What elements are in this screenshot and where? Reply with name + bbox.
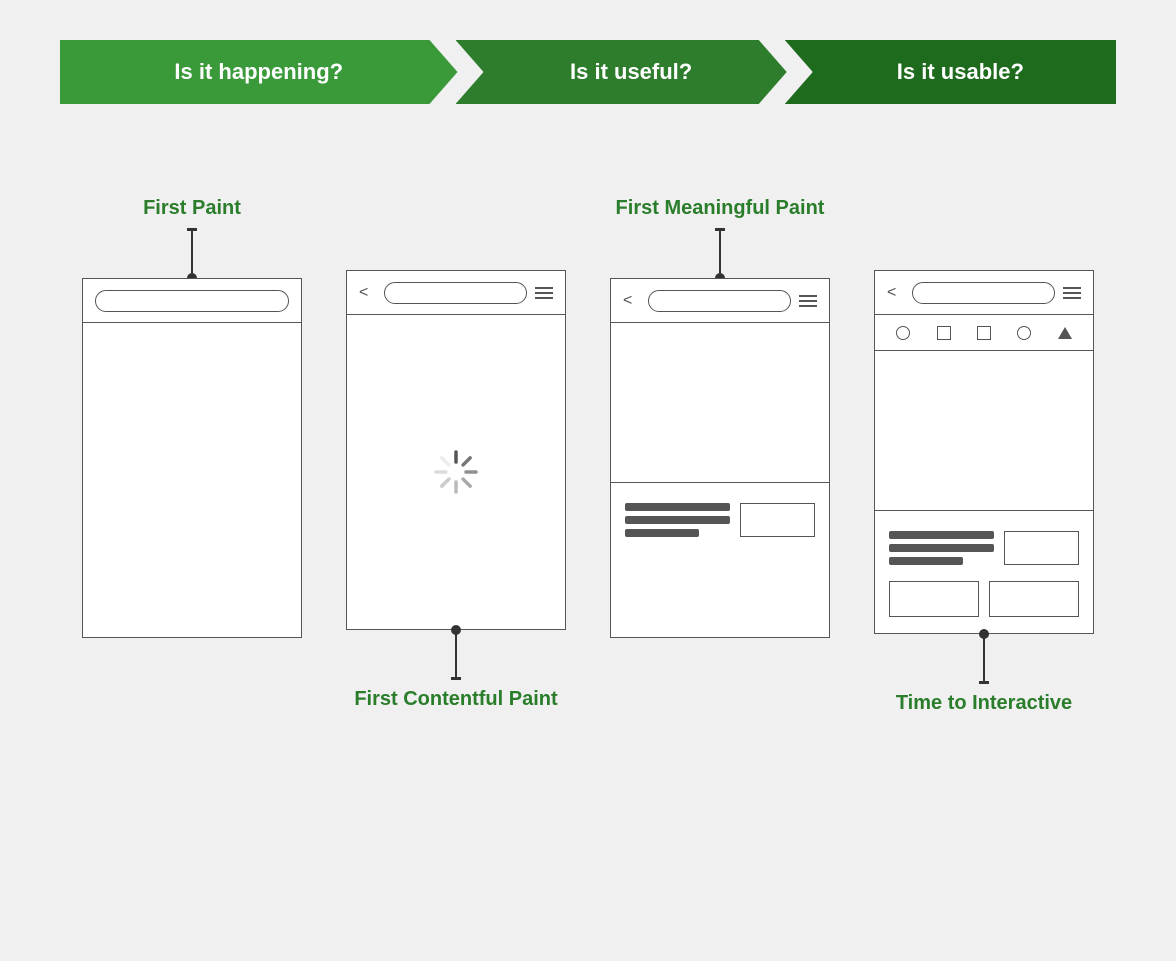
col-first-meaningful: First Meaningful Paint < <box>588 164 852 744</box>
menu-line-3 <box>799 305 817 307</box>
wf3-line-2 <box>625 516 730 524</box>
main-content: First Paint < <box>60 164 1116 921</box>
menu-line-2 <box>1063 292 1081 294</box>
wf3-line-3 <box>625 529 699 537</box>
wf4-image <box>875 351 1093 511</box>
label-first-contentful: First Contentful Paint <box>354 688 557 744</box>
connector-below-2 <box>455 630 457 680</box>
menu-line-2 <box>535 292 553 294</box>
wf4-body <box>875 351 1093 633</box>
banner: Is it happening? Is it useful? Is it usa… <box>60 40 1116 104</box>
wf1-body <box>83 323 301 637</box>
wf4-icon-square-2 <box>977 326 991 340</box>
menu-line-3 <box>1063 297 1081 299</box>
wf2-back-icon: < <box>359 284 368 302</box>
wf4-lines <box>889 527 994 565</box>
wf4-line-3 <box>889 557 963 565</box>
wf4-icon-circle-2 <box>1017 326 1031 340</box>
banner-label-2: Is it useful? <box>550 59 692 85</box>
wf2-menu-icon <box>535 287 553 299</box>
wf4-button <box>1004 531 1079 565</box>
connector-below-4 <box>983 634 985 684</box>
wf3-menu-icon <box>799 295 817 307</box>
spinner-svg <box>432 448 480 496</box>
wf1-searchbar <box>95 290 289 312</box>
wf4-icon-square-1 <box>937 326 951 340</box>
banner-segment-2: Is it useful? <box>456 40 787 104</box>
banner-segment-3: Is it usable? <box>785 40 1116 104</box>
wf4-line-2 <box>889 544 994 552</box>
menu-line-2 <box>799 300 817 302</box>
wf4-content <box>875 511 1093 633</box>
wf3-image <box>611 323 829 483</box>
wf1-header <box>83 279 301 323</box>
wf3-text-block <box>625 499 815 537</box>
menu-line-1 <box>1063 287 1081 289</box>
menu-line-3 <box>535 297 553 299</box>
wf4-searchbar <box>912 282 1055 304</box>
col-first-paint: First Paint <box>60 164 324 744</box>
banner-segment-1: Is it happening? <box>60 40 458 104</box>
wf3-lines <box>625 499 730 537</box>
banner-label-1: Is it happening? <box>174 59 343 85</box>
wf4-icon-triangle <box>1058 327 1072 339</box>
wf3-body <box>611 323 829 637</box>
wf4-btn-2 <box>989 581 1079 617</box>
wf4-text-block <box>889 527 1079 565</box>
wireframe-first-meaningful: < <box>610 278 830 638</box>
wf3-back-icon: < <box>623 292 632 310</box>
wireframe-first-paint <box>82 278 302 638</box>
wf4-buttons-row <box>889 581 1079 617</box>
connector-above-3 <box>719 228 721 278</box>
label-first-meaningful: First Meaningful Paint <box>616 164 825 220</box>
label-time-interactive: Time to Interactive <box>896 692 1072 748</box>
menu-line-1 <box>535 287 553 289</box>
label-first-paint: First Paint <box>143 164 241 220</box>
wf4-subheader <box>875 315 1093 351</box>
loading-spinner <box>432 448 480 496</box>
wf4-line-1 <box>889 531 994 539</box>
wf2-searchbar <box>384 282 527 304</box>
connector-above-1 <box>191 228 193 278</box>
wf3-line-1 <box>625 503 730 511</box>
wf2-header: < <box>347 271 565 315</box>
wf4-menu-icon <box>1063 287 1081 299</box>
col-first-contentful: < <box>324 164 588 744</box>
wf3-content <box>611 483 829 553</box>
col-time-interactive: < <box>852 164 1116 748</box>
wf4-back-icon: < <box>887 284 896 302</box>
wf4-icon-circle-1 <box>896 326 910 340</box>
wf4-header: < <box>875 271 1093 315</box>
wireframe-time-interactive: < <box>874 270 1094 634</box>
banner-label-3: Is it usable? <box>877 59 1024 85</box>
wf3-button <box>740 503 815 537</box>
wireframe-first-contentful: < <box>346 270 566 630</box>
wf3-searchbar <box>648 290 791 312</box>
wf3-header: < <box>611 279 829 323</box>
wf2-loading <box>347 315 565 629</box>
wf4-btn-1 <box>889 581 979 617</box>
menu-line-1 <box>799 295 817 297</box>
